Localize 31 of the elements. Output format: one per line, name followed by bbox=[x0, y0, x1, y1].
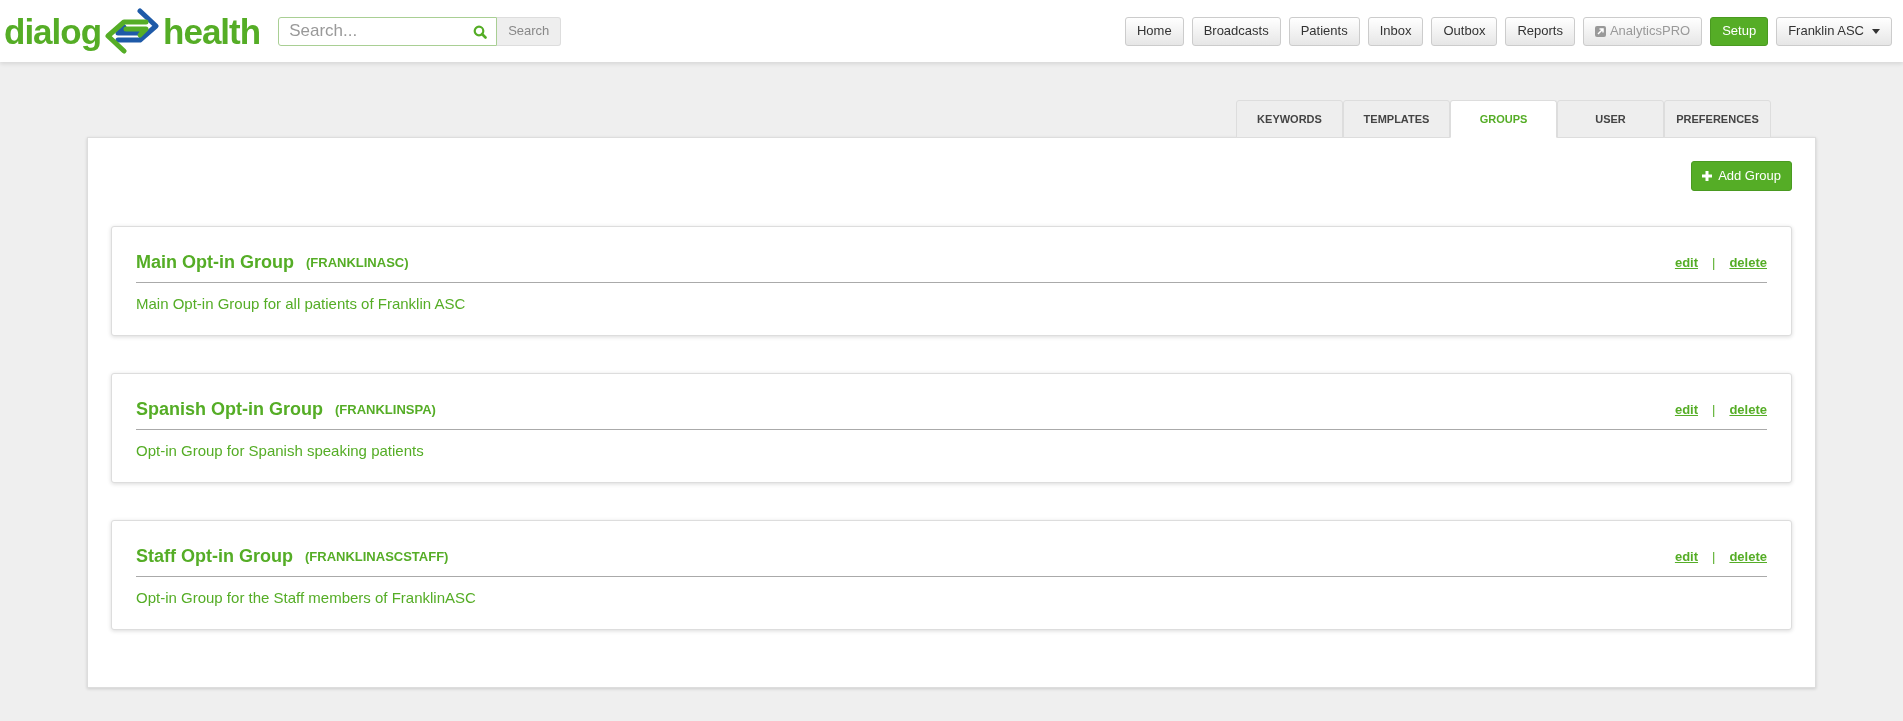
external-link-icon bbox=[1594, 25, 1606, 37]
group-name: Main Opt-in Group bbox=[136, 251, 294, 274]
nav-button[interactable]: Broadcasts bbox=[1191, 16, 1281, 46]
logo-text: health bbox=[163, 13, 261, 49]
search-icon bbox=[473, 24, 488, 39]
tab[interactable]: KEYWORDS bbox=[1236, 100, 1343, 138]
nav-button[interactable]: Patients bbox=[1288, 16, 1360, 46]
caret-icon bbox=[1872, 28, 1880, 34]
nav-button[interactable]: Franklin ASC bbox=[1776, 16, 1892, 46]
group-description: Main Opt-in Group for all patients of Franklin ASC bbox=[136, 294, 467, 314]
plus-icon bbox=[1702, 171, 1713, 181]
link-separator: | bbox=[1712, 400, 1716, 419]
group-code: (FRANKLINASCSTAFF) bbox=[305, 547, 449, 566]
tab[interactable]: TEMPLATES bbox=[1343, 100, 1450, 138]
nav-button[interactable]: Inbox bbox=[1367, 16, 1424, 46]
group-code: (FRANKLINASC) bbox=[306, 253, 409, 272]
search-field[interactable]: Search... bbox=[278, 16, 498, 46]
tab[interactable]: USER bbox=[1557, 100, 1664, 138]
nav-button[interactable]: Reports bbox=[1505, 16, 1575, 46]
logo-icon bbox=[104, 8, 161, 54]
nav-button[interactable]: Home bbox=[1124, 16, 1184, 46]
group-name: Spanish Opt-in Group bbox=[136, 398, 323, 421]
group-description: Opt-in Group for the Staff members of FranklinASC bbox=[136, 588, 477, 608]
tab[interactable]: PREFERENCES bbox=[1664, 100, 1771, 138]
group-code: (FRANKLINSPA) bbox=[335, 400, 436, 419]
link-separator: | bbox=[1712, 547, 1716, 566]
group-description: Opt-in Group for Spanish speaking patients bbox=[136, 441, 425, 461]
nav-button[interactable]: Outbox bbox=[1431, 16, 1498, 46]
logo-text: dialog bbox=[4, 13, 102, 49]
link-separator: | bbox=[1712, 253, 1716, 272]
group-name: Staff Opt-in Group bbox=[136, 545, 293, 568]
